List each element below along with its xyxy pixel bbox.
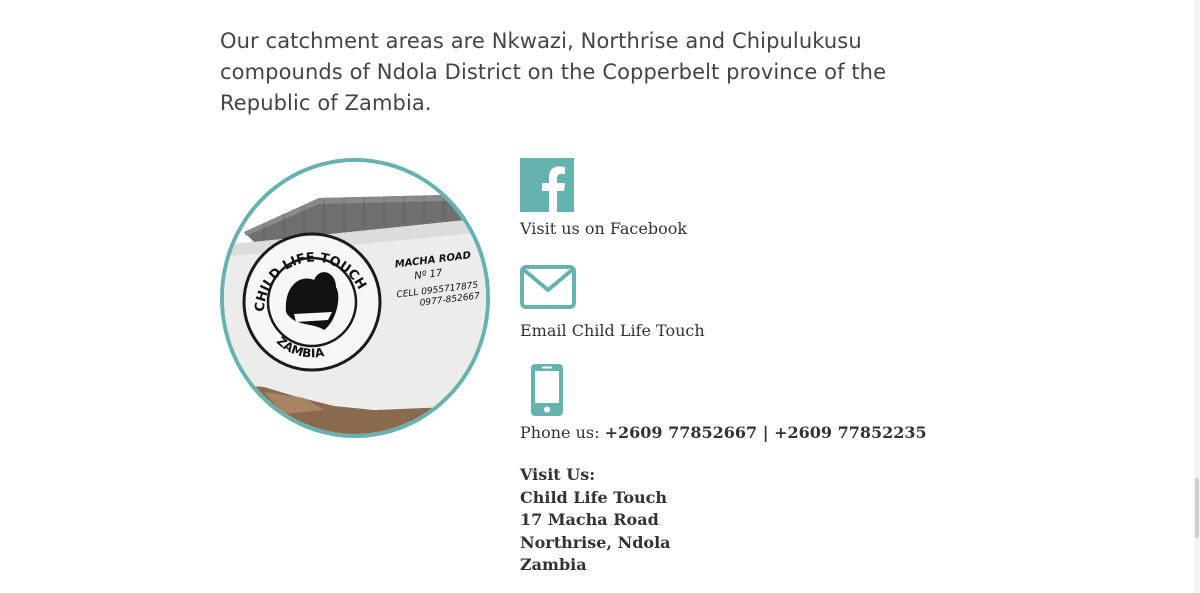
phone-prefix: Phone us: <box>520 423 605 442</box>
address-line-2: 17 Macha Road <box>520 510 659 529</box>
phone-separator: | <box>757 423 775 442</box>
address-line-4: Zambia <box>520 555 587 574</box>
phone-link[interactable] <box>529 362 565 423</box>
facebook-icon <box>520 158 574 212</box>
facebook-link[interactable] <box>520 158 574 217</box>
facebook-link-label[interactable]: Visit us on Facebook <box>520 219 687 238</box>
email-link-label[interactable]: Email Child Life Touch <box>520 321 705 340</box>
catchment-areas-paragraph: Our catchment areas are Nkwazi, Northris… <box>220 29 887 115</box>
email-link[interactable] <box>520 265 576 314</box>
visit-address-block: Visit Us: Child Life Touch 17 Macha Road… <box>520 464 671 577</box>
address-heading: Visit Us: <box>520 465 596 484</box>
mobile-phone-icon <box>531 364 563 416</box>
address-line-1: Child Life Touch <box>520 487 667 507</box>
envelope-icon <box>520 265 576 309</box>
phone-number-2[interactable]: +2609 77852235 <box>774 423 927 442</box>
phone-line: Phone us: +2609 77852667 | +2609 7785223… <box>520 423 927 442</box>
school-wall-photo: CHILD LIFE TOUCH ZAMBIA MACHA ROAD Nº 17… <box>220 158 490 438</box>
address-line-3: Northrise, Ndola <box>520 532 671 552</box>
phone-number-1[interactable]: +2609 77852667 <box>605 423 758 442</box>
scrollbar-thumb[interactable] <box>1195 478 1199 538</box>
